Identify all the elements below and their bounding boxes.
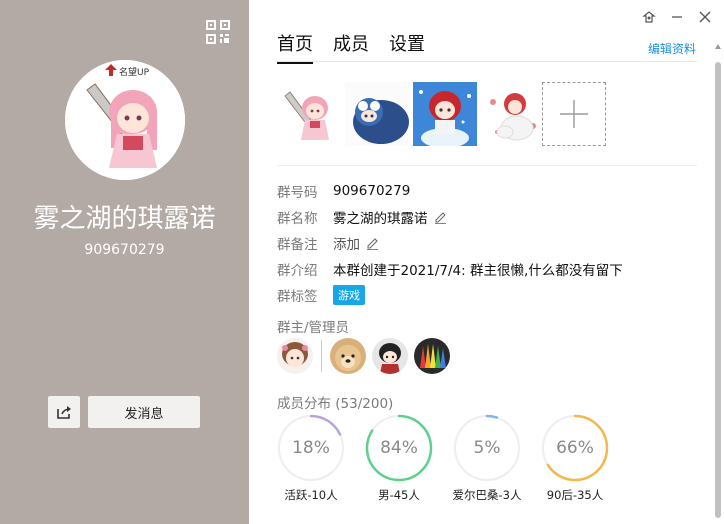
divider	[321, 340, 322, 372]
percent-text: 66%	[556, 438, 594, 458]
dist-item-active[interactable]: 18% 活跃-10人	[277, 414, 345, 503]
tab-settings[interactable]: 设置	[389, 30, 425, 64]
info-row-intro: 群介绍 本群创建于2021/7/4: 群主很懒,什么都没有留下	[277, 256, 623, 282]
dist-label: 男-45人	[378, 488, 420, 502]
dist-label: 90后-35人	[546, 488, 604, 502]
window-controls	[642, 10, 712, 24]
group-intro-value: 本群创建于2021/7/4: 群主很懒,什么都没有留下	[333, 263, 623, 279]
group-tag-badge[interactable]: 游戏	[333, 285, 365, 305]
close-icon[interactable]	[698, 10, 712, 24]
scrollbar-thumb[interactable]	[715, 62, 721, 518]
divider	[277, 165, 697, 166]
group-info-panel: 首页 成员 设置 编辑资料 群号码 909670279 群名称 雾之湖的琪露诺 …	[249, 0, 724, 524]
percent-text: 5%	[473, 438, 501, 458]
owner-avatar[interactable]	[277, 338, 313, 374]
send-message-button[interactable]: 发消息	[88, 396, 200, 428]
info-row-name: 群名称 雾之湖的琪露诺	[277, 204, 623, 230]
admin-avatar[interactable]	[414, 338, 450, 374]
info-label: 群名称	[277, 211, 318, 227]
admin-avatar[interactable]	[330, 338, 366, 374]
share-icon	[57, 406, 71, 419]
share-button[interactable]	[48, 396, 80, 428]
dist-item-age[interactable]: 66% 90后-35人	[541, 414, 609, 503]
group-id-display: 909670279	[84, 242, 165, 258]
minimize-icon[interactable]	[670, 10, 684, 24]
info-label: 群介绍	[277, 263, 318, 279]
info-row-note: 群备注 添加	[277, 230, 623, 256]
tab-bar: 首页 成员 设置	[277, 30, 425, 64]
dist-label: 爱尔巴桑-3人	[452, 488, 522, 502]
album-photo[interactable]	[345, 82, 409, 146]
add-note-link[interactable]: 添加	[333, 233, 360, 253]
group-name-value: 雾之湖的琪露诺	[333, 211, 428, 227]
group-avatar[interactable]: 名望UP	[65, 60, 185, 180]
album-photo[interactable]	[481, 82, 545, 146]
progress-ring: 18%	[277, 414, 345, 482]
group-number-value[interactable]: 909670279	[333, 183, 410, 199]
group-info-list: 群号码 909670279 群名称 雾之湖的琪露诺 群备注 添加 群介绍 本群创…	[277, 178, 623, 308]
percent-text: 18%	[292, 438, 330, 458]
percent-text: 84%	[380, 438, 418, 458]
info-label: 群备注	[277, 237, 318, 253]
info-label: 群号码	[277, 185, 318, 201]
qr-code-icon[interactable]	[206, 20, 230, 44]
album-photo[interactable]	[277, 82, 341, 146]
progress-ring: 5%	[453, 414, 521, 482]
dist-item-region[interactable]: 5% 爱尔巴桑-3人	[453, 414, 521, 503]
tab-home[interactable]: 首页	[277, 30, 313, 64]
scroll-up-arrow[interactable]	[715, 44, 721, 49]
group-album	[277, 82, 545, 146]
plus-icon	[560, 100, 588, 128]
edit-profile-link[interactable]: 编辑资料	[648, 40, 696, 57]
admins-title: 群主/管理员	[277, 320, 350, 336]
member-distribution: 18% 活跃-10人 84% 男-45人 5% 爱尔巴桑-3人 66% 90后-…	[277, 414, 609, 503]
add-photo-button[interactable]	[542, 82, 606, 146]
divider	[277, 61, 697, 62]
admin-avatar[interactable]	[372, 338, 408, 374]
profile-panel: 名望UP 雾之湖的琪露诺 909670279 发消息	[0, 0, 249, 524]
edit-pencil-icon[interactable]	[434, 211, 447, 224]
info-label: 群标签	[277, 289, 318, 305]
svg-text:名望UP: 名望UP	[119, 66, 150, 78]
album-photo[interactable]	[413, 82, 477, 146]
skin-icon[interactable]	[642, 10, 656, 24]
info-row-tag: 群标签 游戏	[277, 282, 623, 308]
info-row-number: 群号码 909670279	[277, 178, 623, 204]
edit-pencil-icon[interactable]	[366, 237, 379, 250]
progress-ring: 66%	[541, 414, 609, 482]
admin-list	[277, 338, 450, 374]
dist-item-gender[interactable]: 84% 男-45人	[365, 414, 433, 503]
dist-label: 活跃-10人	[284, 488, 338, 502]
member-distribution-title: 成员分布 (53/200)	[277, 396, 394, 412]
group-name-display: 雾之湖的琪露诺	[33, 204, 216, 234]
tab-members[interactable]: 成员	[333, 30, 369, 64]
progress-ring: 84%	[365, 414, 433, 482]
